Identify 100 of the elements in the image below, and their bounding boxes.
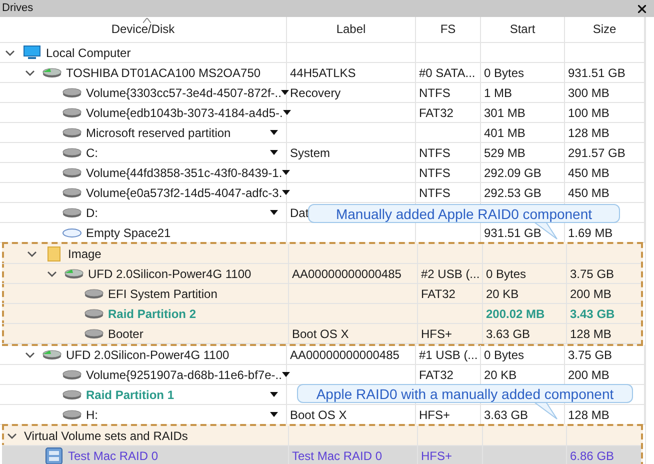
device-name: C: bbox=[86, 144, 98, 162]
chevron-down-icon[interactable] bbox=[25, 70, 35, 76]
table-cell-text: 0 Bytes bbox=[486, 266, 526, 282]
table-cell-text: 20 KB bbox=[486, 286, 519, 302]
table-cell-text: 200 MB bbox=[570, 286, 612, 302]
drive-icon bbox=[62, 370, 82, 380]
device-name: Booter bbox=[108, 326, 144, 342]
table-cell-text: AA00000000000485 bbox=[290, 346, 400, 364]
device-name: Raid Partition 2 bbox=[108, 306, 196, 322]
drive-icon bbox=[62, 390, 82, 400]
table-cell-text: 128 MB bbox=[570, 326, 612, 342]
table-cell-text: Test Mac RAID 0 bbox=[292, 448, 382, 464]
table-cell-text: 3.43 GB bbox=[570, 306, 615, 322]
dropdown-arrow-icon[interactable] bbox=[281, 90, 290, 95]
chevron-down-icon[interactable] bbox=[25, 352, 35, 358]
drive-icon bbox=[42, 68, 62, 78]
table-cell-text: 0 Bytes bbox=[484, 64, 524, 82]
tree-row[interactable]: C: System NTFS 529 MB 291.57 GB bbox=[0, 143, 645, 163]
table-cell-text: Dat bbox=[290, 204, 309, 222]
device-name: H: bbox=[86, 406, 98, 424]
column-header[interactable]: Device/Disk bbox=[0, 17, 287, 42]
table-cell-text: 300 MB bbox=[568, 84, 610, 102]
device-name: Test Mac RAID 0 bbox=[68, 448, 158, 464]
tree-row[interactable]: Volume{3303cc57-3e4d-4507-872f-.. Recovery NTFS 1 MB 300 MB bbox=[0, 83, 645, 103]
drive-icon bbox=[62, 88, 82, 98]
table-cell-text: 1 MB bbox=[484, 84, 512, 102]
table-cell-text: #2 USB (... bbox=[421, 266, 480, 282]
chevron-down-icon[interactable] bbox=[27, 250, 37, 256]
drive-icon bbox=[62, 168, 82, 178]
table-cell-text: 3.63 GB bbox=[486, 326, 530, 342]
chevron-down-icon[interactable] bbox=[47, 270, 57, 276]
table-cell-text: 3.63 GB bbox=[484, 406, 528, 424]
tree-row[interactable]: UFD 2.0Silicon-Power4G 1100 AA00000000000485 #2 USB (... 0 Bytes 3.75 GB bbox=[2, 264, 641, 284]
drive-icon bbox=[62, 148, 82, 158]
table-cell-text: NTFS bbox=[419, 164, 450, 182]
table-cell-text: 44H5ATLKS bbox=[290, 64, 356, 82]
dropdown-arrow-icon[interactable] bbox=[270, 412, 278, 417]
dropdown-arrow-icon[interactable] bbox=[282, 372, 290, 377]
table-cell-text: FAT32 bbox=[419, 366, 454, 384]
table-cell-text: 401 MB bbox=[484, 124, 526, 142]
device-name: Volume{9251907a-d68b-11e6-bf7e-.. bbox=[86, 366, 282, 384]
panel-title: Drives bbox=[2, 1, 34, 16]
table-cell-text: System bbox=[290, 144, 330, 162]
drive-icon bbox=[62, 188, 82, 198]
table-cell-text: HFS+ bbox=[421, 326, 452, 342]
table-cell-text: 200.02 MB bbox=[486, 306, 545, 322]
tree-row[interactable]: EFI System Partition FAT32 20 KB 200 MB bbox=[2, 284, 641, 304]
tree-row[interactable]: TOSHIBA DT01ACA100 MS2OA750 44H5ATLKS #0 SATA... 0 Bytes 931.51 GB bbox=[0, 63, 645, 83]
callout-tail bbox=[534, 402, 558, 420]
device-name: Volume{e0a573f2-14d5-4047-adfc-3. bbox=[86, 184, 282, 202]
chevron-down-icon[interactable] bbox=[5, 50, 15, 56]
dropdown-arrow-icon[interactable] bbox=[282, 170, 290, 175]
dropdown-arrow-icon[interactable] bbox=[282, 110, 291, 115]
table-cell-text: #0 SATA... bbox=[419, 64, 476, 82]
monitor-icon bbox=[23, 45, 41, 60]
table-cell-text: 3.75 GB bbox=[568, 346, 612, 364]
table-cell-text: 292.53 GB bbox=[484, 184, 542, 202]
tree-row[interactable]: Test Mac RAID 0 Test Mac RAID 0 HFS+ 6.86 GB bbox=[2, 446, 641, 464]
dropdown-arrow-icon[interactable] bbox=[282, 190, 290, 195]
table-cell-text: 6.86 GB bbox=[570, 448, 614, 464]
column-header[interactable]: Label bbox=[287, 17, 416, 42]
dropdown-arrow-icon[interactable] bbox=[270, 210, 278, 215]
table-cell-text: 3.75 GB bbox=[570, 266, 614, 282]
chevron-down-icon[interactable] bbox=[7, 432, 17, 438]
table-cell-text: NTFS bbox=[419, 144, 450, 162]
tree-row[interactable]: Image bbox=[2, 244, 641, 264]
drive-outline-icon bbox=[62, 228, 82, 238]
tree-row[interactable]: Local Computer bbox=[0, 43, 645, 63]
device-name: Image bbox=[68, 246, 102, 262]
device-name: Volume{44fd3858-351c-43f0-8439-1. bbox=[86, 164, 282, 182]
table-cell-text: Boot OS X bbox=[290, 406, 347, 424]
device-name: Raid Partition 1 bbox=[86, 386, 174, 404]
drive-icon bbox=[42, 350, 62, 360]
table-cell-text: 450 MB bbox=[568, 164, 610, 182]
table-cell-text: 291.57 GB bbox=[568, 144, 626, 162]
dropdown-arrow-icon[interactable] bbox=[270, 130, 278, 135]
device-name: D: bbox=[86, 204, 98, 222]
tree-row[interactable]: Volume{edb1043b-3073-4184-a4d5-. FAT32 301 MB 100 MB bbox=[0, 103, 645, 123]
dropdown-arrow-icon[interactable] bbox=[270, 392, 278, 397]
device-name: Volume{edb1043b-3073-4184-a4d5-. bbox=[86, 104, 283, 122]
drive-icon bbox=[62, 128, 82, 138]
table-cell-text: 0 Bytes bbox=[484, 346, 524, 364]
tree-row[interactable]: Microsoft reserved partition 401 MB 128 MB bbox=[0, 123, 645, 143]
table-cell-text: 529 MB bbox=[484, 144, 526, 162]
raid-icon bbox=[45, 446, 63, 464]
tree-row[interactable]: Volume{44fd3858-351c-43f0-8439-1. NTFS 292.09 GB 450 MB bbox=[0, 163, 645, 183]
tree-row[interactable]: UFD 2.0Silicon-Power4G 1100 AA00000000000485 #1 USB (... 0 Bytes 3.75 GB bbox=[0, 345, 645, 365]
sort-caret-icon bbox=[143, 18, 151, 23]
tree-row[interactable]: Booter Boot OS X HFS+ 3.63 GB 128 MB bbox=[2, 324, 641, 344]
drive-icon bbox=[84, 288, 104, 298]
device-name: UFD 2.0Silicon-Power4G 1100 bbox=[88, 266, 252, 282]
table-cell-text: 128 MB bbox=[568, 124, 610, 142]
column-header[interactable]: Start bbox=[481, 17, 565, 42]
drive-icon bbox=[62, 208, 82, 218]
table-cell-text: #1 USB (... bbox=[419, 346, 478, 364]
close-icon[interactable] bbox=[638, 4, 646, 12]
column-header[interactable]: FS bbox=[416, 17, 481, 42]
tree-row[interactable]: Volume{e0a573f2-14d5-4047-adfc-3. NTFS 292.53 GB 450 MB bbox=[0, 183, 645, 203]
drive-icon bbox=[64, 268, 84, 278]
dropdown-arrow-icon[interactable] bbox=[270, 150, 278, 155]
